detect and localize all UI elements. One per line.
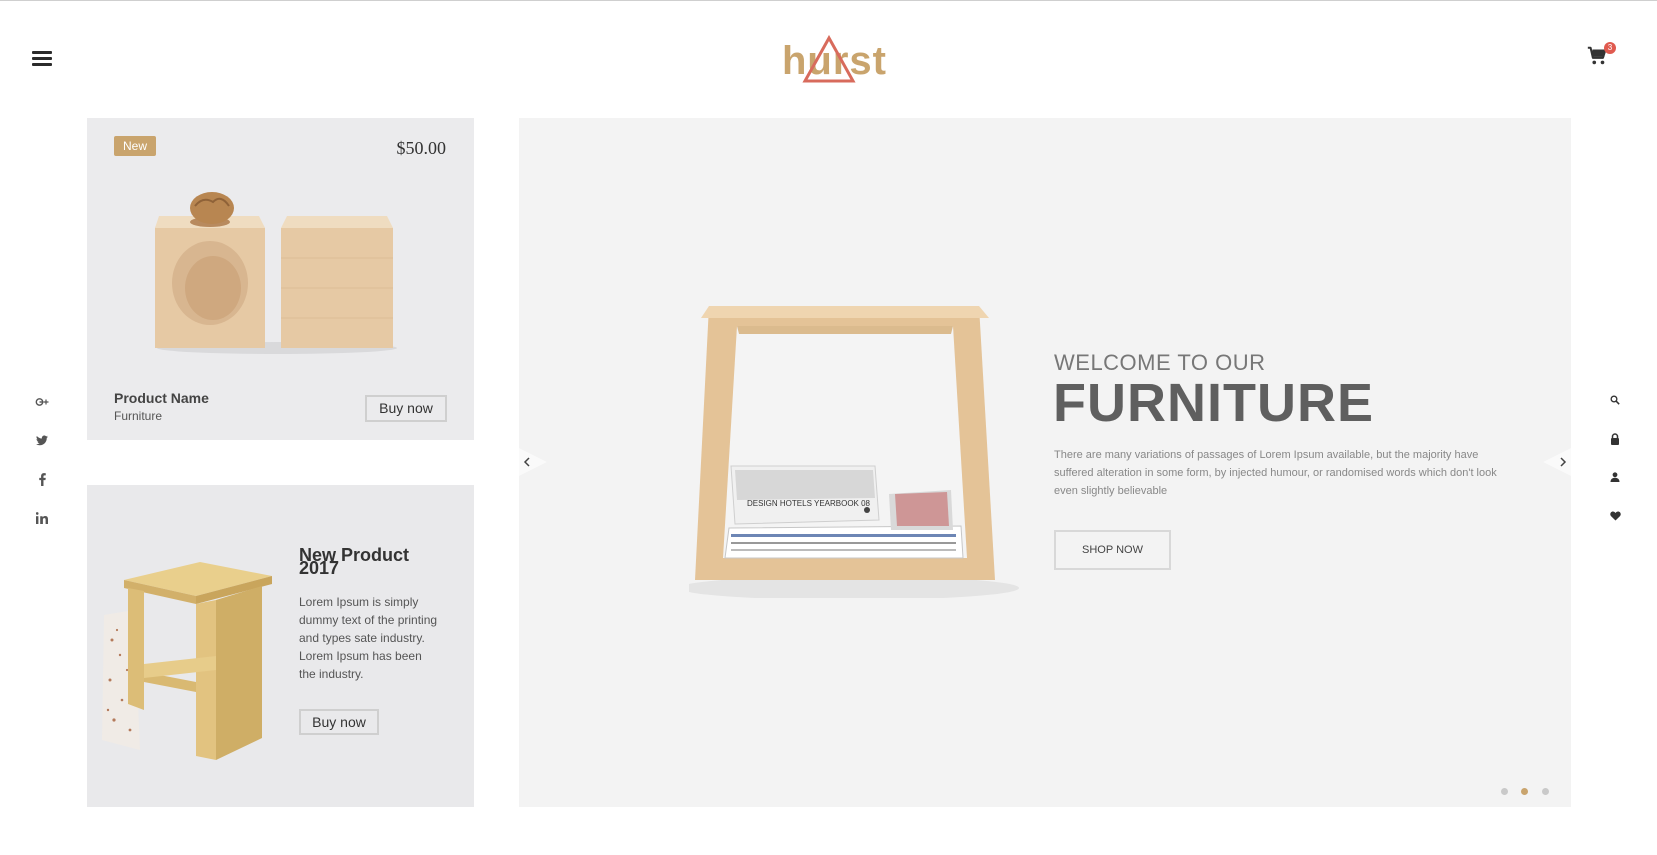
menu-bar: [32, 51, 52, 54]
twitter-link[interactable]: [30, 435, 54, 455]
wishlist-button[interactable]: [1605, 511, 1625, 531]
cart-button[interactable]: 3: [1586, 42, 1616, 71]
book-label: DESIGN HOTELS YEARBOOK 08: [747, 499, 871, 508]
slider-dot-1[interactable]: [1501, 788, 1508, 795]
user-icon: [1610, 472, 1620, 482]
search-button[interactable]: [1605, 395, 1625, 415]
linkedin-icon: [36, 512, 48, 524]
google-plus-icon: [35, 398, 49, 406]
product-price: $50.00: [396, 138, 447, 158]
slider-next-button[interactable]: [1543, 448, 1571, 476]
twitter-icon: [36, 435, 48, 446]
google-plus-link[interactable]: [30, 397, 54, 417]
promo-description: Lorem Ipsum is simply dummy text of the …: [299, 595, 438, 681]
account-button[interactable]: [1605, 472, 1625, 492]
menu-bar: [32, 63, 52, 66]
slider-dots: [1501, 782, 1558, 795]
linkedin-link[interactable]: [30, 512, 54, 532]
facebook-icon: [38, 473, 46, 486]
heart-icon: [1609, 511, 1621, 521]
search-icon: [1610, 395, 1620, 405]
promo-card[interactable]: New Product 2017 Lorem Ipsum is simply d…: [87, 485, 474, 807]
shop-now-button[interactable]: SHOP NOW: [1054, 530, 1171, 570]
promo-title: New Product 2017: [299, 546, 429, 577]
promo-buy-now-button[interactable]: Buy now: [299, 709, 379, 735]
slider-dot-3[interactable]: [1541, 788, 1549, 795]
buy-now-button[interactable]: Buy now: [365, 395, 447, 422]
hero-headline: FURNITURE: [1053, 373, 1374, 433]
slider-prev-button[interactable]: [519, 448, 547, 476]
login-button[interactable]: [1605, 433, 1625, 453]
logo-triangle-icon: [802, 35, 856, 83]
logo[interactable]: hurst: [770, 33, 910, 87]
hero-description: There are many variations of passages of…: [1054, 449, 1497, 497]
product-name: Product Name: [114, 390, 209, 406]
cart-count-badge: 3: [1604, 42, 1616, 54]
slider-dot-2[interactable]: [1521, 788, 1529, 795]
new-badge: New: [114, 136, 157, 156]
lock-icon: [1611, 433, 1619, 445]
product-card[interactable]: New $50.00 Product Name Furniture Buy no…: [87, 118, 474, 440]
facebook-link[interactable]: [30, 473, 54, 493]
wooden-stool-image: [102, 562, 272, 760]
menu-hamburger-icon[interactable]: [32, 51, 52, 67]
chevron-left-icon: [519, 448, 547, 476]
hero-slider[interactable]: DESIGN HOTELS YEARBOOK 08 WELCOME TO OUR…: [519, 118, 1571, 807]
wooden-cubes-image: [155, 192, 397, 354]
hero-box-shelf-image: DESIGN HOTELS YEARBOOK 08: [689, 306, 1019, 598]
menu-bar: [32, 57, 52, 60]
chevron-right-icon: [1543, 448, 1571, 476]
product-category: Furniture: [114, 409, 163, 423]
